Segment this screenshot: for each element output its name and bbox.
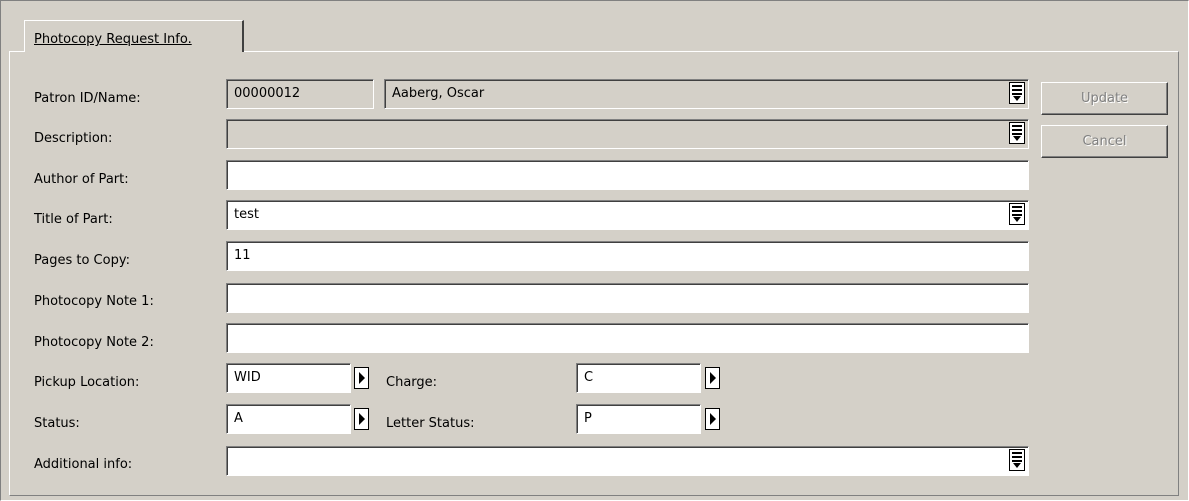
charge-label: Charge: [386, 375, 438, 390]
photocopy-note-2-field[interactable] [226, 323, 1029, 353]
charge-field[interactable]: C [576, 363, 701, 393]
letter-status-field[interactable]: P [576, 404, 701, 434]
additional-info-field[interactable] [226, 446, 1029, 476]
title-lookup-icon[interactable] [1009, 203, 1025, 225]
pickup-location-field[interactable]: WID [226, 363, 351, 393]
cancel-button[interactable]: Cancel [1041, 125, 1168, 158]
status-arrow-icon[interactable] [354, 408, 369, 430]
letter-status-arrow-icon[interactable] [705, 408, 720, 430]
additional-info-lookup-icon[interactable] [1009, 449, 1025, 471]
pickup-arrow-icon[interactable] [354, 367, 369, 389]
patron-lookup-icon[interactable] [1009, 82, 1025, 104]
tab-photocopy-request-info[interactable]: Photocopy Request Info. [24, 20, 244, 52]
patron-label: Patron ID/Name: [34, 91, 141, 106]
additional-info-label: Additional info: [34, 457, 133, 472]
charge-arrow-icon[interactable] [705, 367, 720, 389]
description-lookup-icon[interactable] [1009, 122, 1025, 144]
patron-name-field: Aaberg, Oscar [384, 79, 1029, 109]
note2-label: Photocopy Note 2: [34, 335, 154, 350]
photocopy-note-1-field[interactable] [226, 283, 1029, 313]
patron-id-field: 00000012 [226, 79, 374, 109]
pages-to-copy-field[interactable]: 11 [226, 241, 1029, 271]
description-label: Description: [34, 131, 113, 146]
description-field [226, 119, 1029, 149]
status-label: Status: [34, 416, 80, 431]
update-button[interactable]: Update [1041, 82, 1168, 115]
title-label: Title of Part: [34, 212, 113, 227]
author-label: Author of Part: [34, 172, 129, 187]
pages-label: Pages to Copy: [34, 253, 130, 268]
status-field[interactable]: A [226, 404, 351, 434]
note1-label: Photocopy Note 1: [34, 294, 154, 309]
title-of-part-field[interactable]: test [226, 200, 1029, 230]
author-of-part-field[interactable] [226, 160, 1029, 190]
tab-label: Photocopy Request Info. [34, 32, 192, 47]
letter-status-label: Letter Status: [386, 416, 475, 431]
pickup-label: Pickup Location: [34, 375, 140, 390]
